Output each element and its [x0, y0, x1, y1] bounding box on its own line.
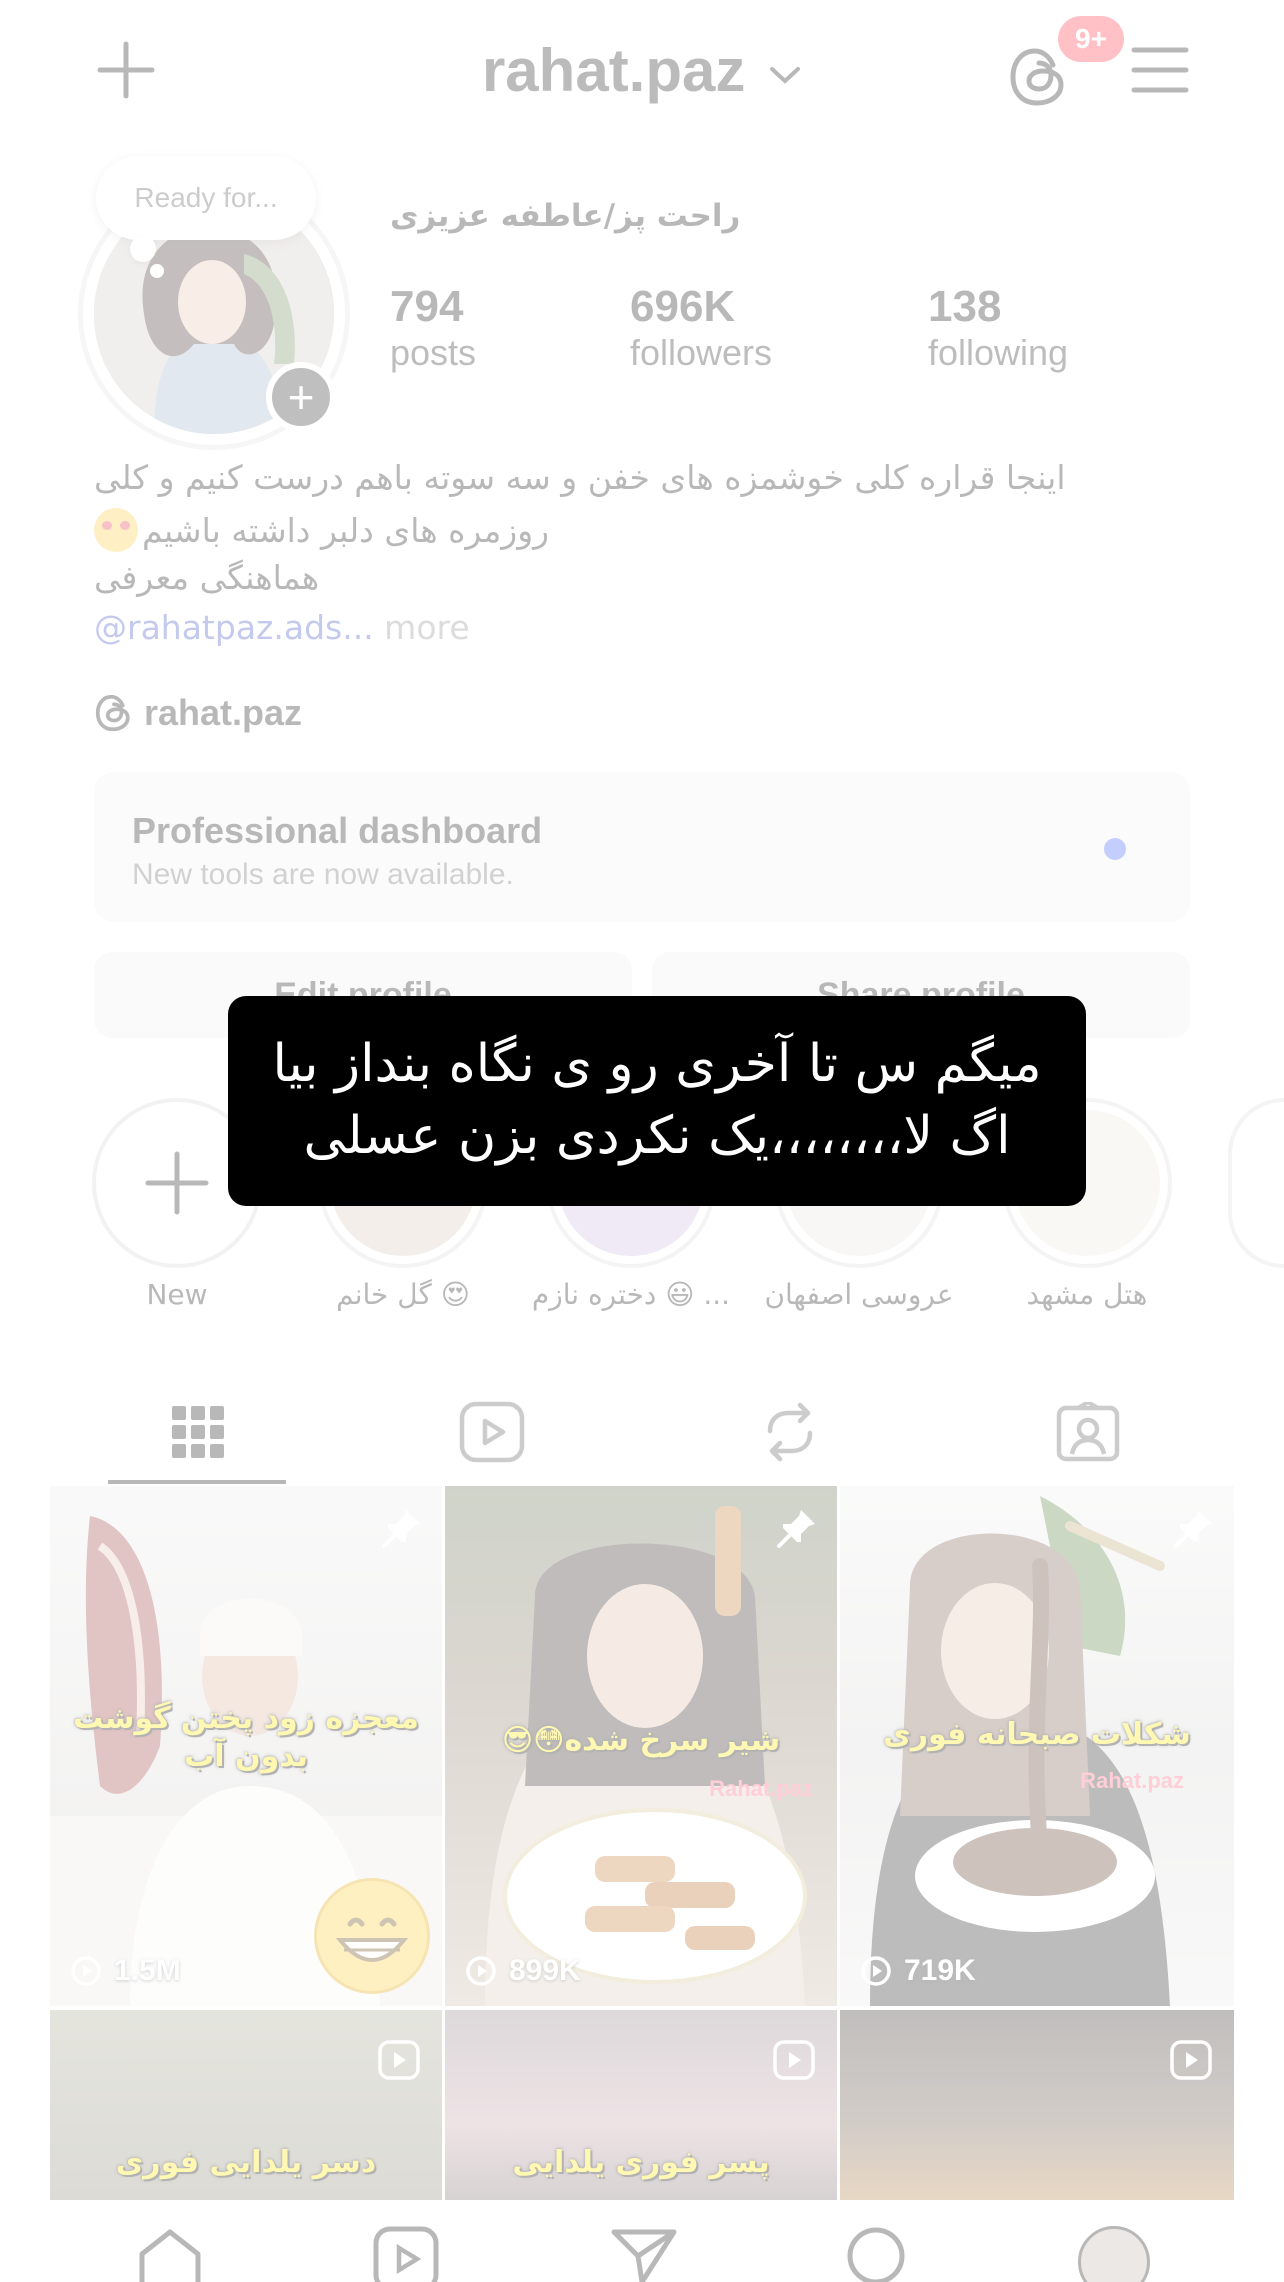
post-caption: معجزه زود پختن گوشت بدون آب — [73, 1701, 419, 1774]
profile-nav-avatar[interactable] — [1074, 2226, 1154, 2282]
post-thumbnail[interactable]: پسر فوری یلدایی — [445, 2010, 837, 2200]
view-count-value: 719K — [904, 1954, 976, 1987]
tab-reposts[interactable] — [700, 1382, 880, 1482]
play-count-icon — [71, 1956, 101, 1986]
post-thumbnail[interactable]: معجزه زود پختن گوشت بدون آب 1.5M — [50, 1486, 442, 2006]
following-label: following — [928, 332, 1069, 373]
post-caption: پسر فوری یلدایی — [512, 2145, 770, 2180]
heart-eyes-emoji-icon — [94, 508, 138, 552]
reel-icon — [1170, 2040, 1212, 2084]
following-count: 138 — [928, 282, 1002, 331]
view-count: 1.5M — [70, 1954, 181, 1988]
threads-small-icon — [95, 694, 130, 732]
bio-more-link[interactable]: more — [374, 608, 470, 647]
play-count-icon — [861, 1956, 891, 1986]
followers-count: 696K — [630, 282, 736, 331]
tab-reels[interactable] — [402, 1382, 582, 1482]
overlay-caption: میگم س تا آخری رو ی نگاه بنداز بیا اگ لا… — [228, 996, 1086, 1206]
reels-icon — [459, 1401, 525, 1463]
home-icon[interactable] — [130, 2226, 210, 2282]
pin-icon — [380, 1506, 424, 1554]
note-bubble[interactable]: Ready for... — [96, 156, 316, 240]
followers-label: followers — [630, 332, 773, 373]
post-thumbnail[interactable]: شکلات صبحانه فوری Rahat.paz 719K — [840, 1486, 1234, 2006]
highlight-label: دختره نازم 😃 ... — [531, 1278, 731, 1311]
note-bubble-tail-small — [150, 264, 164, 278]
highlight-label: هتل مشهد — [1026, 1278, 1148, 1311]
chevron-down-icon — [770, 67, 801, 84]
watermark-brand: Rahat.paz — [709, 1776, 813, 1801]
view-count-value: 1.5M — [114, 1954, 181, 1987]
post-thumbnail[interactable]: دسر یلدایی فوری — [50, 2010, 442, 2200]
posts-count: 794 — [390, 282, 464, 331]
username-title: rahat.paz — [481, 37, 746, 104]
post-thumbnail[interactable] — [840, 2010, 1234, 2200]
highlight-label: گل خانم 😍 — [336, 1278, 470, 1311]
highlight-label: عروسی اصفهان — [764, 1278, 954, 1311]
profile-screen: rahat.paz 9+ + Ready for... راحت پز/عاطف… — [0, 0, 1284, 2282]
overlay-caption-line-1: میگم س تا آخری رو ی نگاه بنداز بیا — [272, 1034, 1042, 1095]
play-count-icon — [466, 1956, 496, 1986]
reels-nav-icon[interactable] — [366, 2226, 446, 2282]
search-icon[interactable] — [836, 2226, 916, 2282]
watermark-brand: Rahat.paz — [1080, 1768, 1184, 1793]
bio-mention-link[interactable]: @rahatpaz.ads... — [94, 608, 374, 647]
post-caption: شیر سرخ شده😳😎 — [501, 1723, 781, 1758]
followers-stat[interactable]: 696K followers — [630, 282, 772, 374]
bio-line-3: هماهنگی معرفی — [94, 558, 320, 597]
menu-icon[interactable] — [1130, 40, 1190, 100]
overlay-caption-line-2: اگ لا،،،،،،،،یک نکردی بزن عسلی — [303, 1106, 1011, 1166]
threads-profile-link[interactable]: rahat.paz — [94, 692, 302, 734]
reel-icon — [378, 2040, 420, 2084]
active-tab-indicator — [108, 1480, 286, 1484]
tagged-icon — [1056, 1402, 1120, 1462]
view-count-value: 899K — [509, 1954, 581, 1987]
pin-icon — [1172, 1506, 1216, 1554]
dashboard-subtitle: New tools are now available. — [132, 858, 514, 891]
new-indicator-dot — [1104, 838, 1126, 860]
professional-dashboard-card[interactable]: Professional dashboard New tools are now… — [94, 772, 1190, 922]
dashboard-title: Professional dashboard — [132, 810, 543, 851]
post-caption: شکلات صبحانه فوری — [883, 1717, 1191, 1752]
note-bubble-tail — [130, 236, 156, 262]
threads-handle: rahat.paz — [144, 692, 303, 733]
grid-icon — [172, 1406, 224, 1458]
highlight-item-partial[interactable] — [1228, 1098, 1284, 1268]
post-thumbnail[interactable]: شیر سرخ شده😳😎 Rahat.paz 899K — [445, 1486, 837, 2006]
bio-line-1: اینجا قراره کلی خوشمزه های خفن و سه سوته… — [94, 458, 1066, 497]
reel-icon — [773, 2040, 815, 2084]
posts-label: posts — [390, 332, 477, 373]
highlight-label: New — [146, 1278, 208, 1311]
tab-tagged[interactable] — [998, 1382, 1178, 1482]
bio-line-4: @rahatpaz.ads... more — [94, 608, 1194, 647]
bio-line-2-row: روزمره های دلبر داشته باشیم — [94, 508, 1194, 552]
view-count: 719K — [860, 1954, 976, 1988]
following-stat[interactable]: 138 following — [928, 282, 1068, 374]
notification-badge: 9+ — [1058, 16, 1124, 62]
bio-line-2: روزمره های دلبر داشته باشیم — [142, 510, 550, 550]
posts-stat[interactable]: 794 posts — [390, 282, 476, 374]
messages-icon[interactable] — [604, 2226, 684, 2282]
grin-emoji-icon — [314, 1878, 430, 1994]
repost-icon — [767, 1402, 813, 1462]
note-text: Ready for... — [134, 182, 278, 213]
tab-posts-grid[interactable] — [108, 1382, 288, 1482]
add-story-button[interactable]: + — [266, 362, 336, 432]
view-count: 899K — [465, 1954, 581, 1988]
full-name: راحت پز/عاطفه عزیزی — [390, 198, 741, 234]
pin-icon — [775, 1506, 819, 1554]
post-caption: دسر یلدایی فوری — [115, 2145, 377, 2180]
